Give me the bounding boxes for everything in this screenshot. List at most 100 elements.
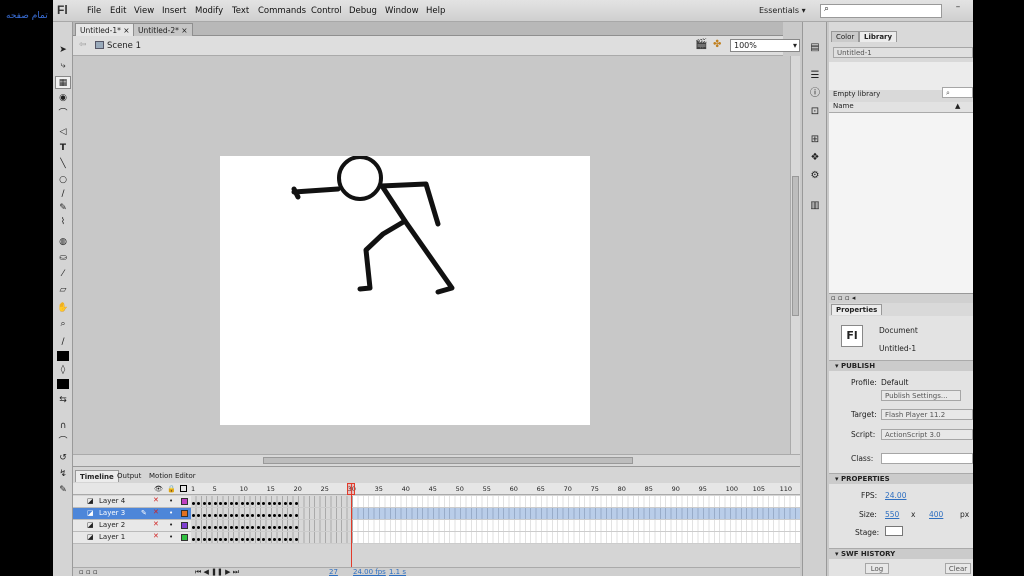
keyframe-dot[interactable] [256, 526, 260, 529]
zoom-tool-icon[interactable]: ⌕ [55, 318, 71, 331]
class-input[interactable] [881, 453, 973, 464]
menu-help[interactable]: Help [426, 6, 445, 16]
sort-arrow-icon[interactable]: ▲ [955, 102, 960, 110]
lasso-tool-icon[interactable]: ⌒ [55, 108, 71, 121]
frame-strip[interactable] [191, 496, 800, 508]
tab-color[interactable]: Color [831, 31, 860, 42]
smooth-icon[interactable]: ⌒ [55, 436, 71, 449]
outline-color-swatch[interactable] [181, 498, 188, 505]
keyframe-dot[interactable] [213, 514, 217, 517]
layer-row[interactable]: ◪ Layer 1 ✕ • [73, 532, 191, 544]
swap-colors-icon[interactable]: ⇆ [55, 394, 71, 407]
bone-tool-icon[interactable]: ◍ [55, 236, 71, 249]
minimize-button[interactable]: – [950, 2, 966, 18]
tab-untitled-2[interactable]: Untitled-2* × [133, 23, 193, 36]
keyframe-dot[interactable] [267, 502, 271, 505]
layer-name[interactable]: Layer 4 [99, 496, 125, 507]
layout-icon[interactable]: ▤ [809, 42, 821, 54]
publish-section-header[interactable]: ▾ PUBLISH [829, 360, 973, 371]
paint-bucket-tool-icon[interactable]: ⛀ [55, 252, 71, 265]
outline-icon[interactable] [180, 485, 187, 492]
help-search-input[interactable]: ⌕ [820, 4, 942, 18]
eye-icon[interactable]: 👁 [154, 485, 163, 493]
tab-properties[interactable]: Properties [831, 304, 883, 315]
layer-name[interactable]: Layer 3 [99, 508, 125, 519]
playhead-handle[interactable] [347, 483, 355, 495]
keyframe-dot[interactable] [202, 538, 206, 541]
layer-row[interactable]: ◪ Layer 3 ✕ • ✎ [73, 508, 191, 520]
keyframe-dot[interactable] [202, 514, 206, 517]
keyframe-dot[interactable] [229, 538, 233, 541]
layer-name[interactable]: Layer 2 [99, 520, 125, 531]
keyframe-dot[interactable] [267, 514, 271, 517]
hidden-x-icon[interactable]: ✕ [153, 519, 159, 530]
oval-tool-icon[interactable]: ○ [55, 174, 71, 187]
frame-strip[interactable] [191, 520, 800, 532]
script-select[interactable]: ActionScript 3.0 [881, 429, 973, 440]
keyframe-dot[interactable] [229, 514, 233, 517]
lock-dot-icon[interactable]: • [169, 496, 173, 507]
stage-vertical-scrollbar[interactable] [790, 56, 800, 454]
workspace-switcher[interactable]: Essentials ▾ [759, 6, 806, 15]
library-document-select[interactable]: Untitled-1 [833, 47, 973, 58]
lock-dot-icon[interactable]: • [169, 520, 173, 531]
option-icon[interactable]: ↯ [55, 468, 71, 481]
lock-dot-icon[interactable]: • [169, 532, 173, 543]
menu-insert[interactable]: Insert [162, 6, 186, 16]
horizontal-scroll-thumb[interactable] [263, 457, 633, 464]
menu-text[interactable]: Text [232, 6, 249, 16]
outline-color-swatch[interactable] [181, 510, 188, 517]
keyframe-dot[interactable] [246, 502, 249, 505]
menu-modify[interactable]: Modify [195, 6, 223, 16]
3d-rotation-tool-icon[interactable]: ◉ [55, 92, 71, 105]
menu-view[interactable]: View [134, 6, 154, 16]
column-name[interactable]: Name [833, 102, 854, 110]
keyframe-dot[interactable] [267, 526, 271, 529]
code-snippets-icon[interactable]: ⊞ [809, 134, 821, 146]
hidden-x-icon[interactable]: ✕ [153, 495, 159, 506]
outline-color-swatch[interactable] [181, 534, 188, 541]
edit-symbols-icon[interactable]: ✤ [713, 39, 721, 50]
menu-file[interactable]: File [87, 6, 101, 16]
keyframe-dot[interactable] [240, 538, 244, 541]
lock-dot-icon[interactable]: • [169, 508, 173, 519]
menu-debug[interactable]: Debug [349, 6, 377, 16]
playhead[interactable] [351, 483, 352, 567]
menu-window[interactable]: Window [385, 6, 419, 16]
hidden-x-icon[interactable]: ✕ [153, 507, 159, 518]
keyframe-dot[interactable] [256, 514, 260, 517]
text-tool-icon[interactable]: T [55, 142, 71, 155]
components-icon[interactable]: ❖ [809, 152, 821, 164]
keyframe-dot[interactable] [283, 502, 287, 505]
keyframe-dot[interactable] [240, 502, 244, 505]
keyframe-dot[interactable] [246, 526, 249, 529]
menu-commands[interactable]: Commands [258, 6, 306, 16]
eraser-tool-icon[interactable]: ▱ [55, 284, 71, 297]
info-icon[interactable]: ⓘ [809, 88, 821, 100]
keyframe-dot[interactable] [273, 514, 276, 517]
keyframe-dot[interactable] [213, 538, 217, 541]
keyframe-dot[interactable] [192, 514, 195, 517]
keyframe-dot[interactable] [192, 526, 195, 529]
keyframe-dot[interactable] [273, 526, 276, 529]
zoom-select[interactable]: 100% ▾ [730, 39, 800, 52]
pen-tool-icon[interactable]: ◁ [55, 126, 71, 139]
keyframe-dot[interactable] [294, 514, 298, 517]
selection-tool-icon[interactable]: ➤ [55, 44, 71, 57]
line-tool-icon[interactable]: ╲ [55, 158, 71, 171]
keyframe-dot[interactable] [283, 538, 287, 541]
keyframe-dot[interactable] [192, 502, 195, 505]
stage-height-value[interactable]: 400 [929, 510, 943, 519]
keyframe-dot[interactable] [229, 526, 233, 529]
hand-tool-icon[interactable]: ✋ [55, 302, 71, 315]
brush-tool-icon[interactable]: ✎ [55, 202, 71, 215]
keyframe-dot[interactable] [273, 538, 276, 541]
stick-figure-drawing[interactable] [220, 155, 590, 425]
transform-icon[interactable]: ⊡ [809, 106, 821, 118]
keyframe-dot[interactable] [283, 514, 287, 517]
outline-color-swatch[interactable] [181, 522, 188, 529]
keyframe-dot[interactable] [294, 502, 298, 505]
layer-name[interactable]: Layer 1 [99, 532, 125, 543]
current-frame[interactable]: 27 [329, 568, 338, 576]
motion-presets-icon[interactable]: ⚙ [809, 170, 821, 182]
